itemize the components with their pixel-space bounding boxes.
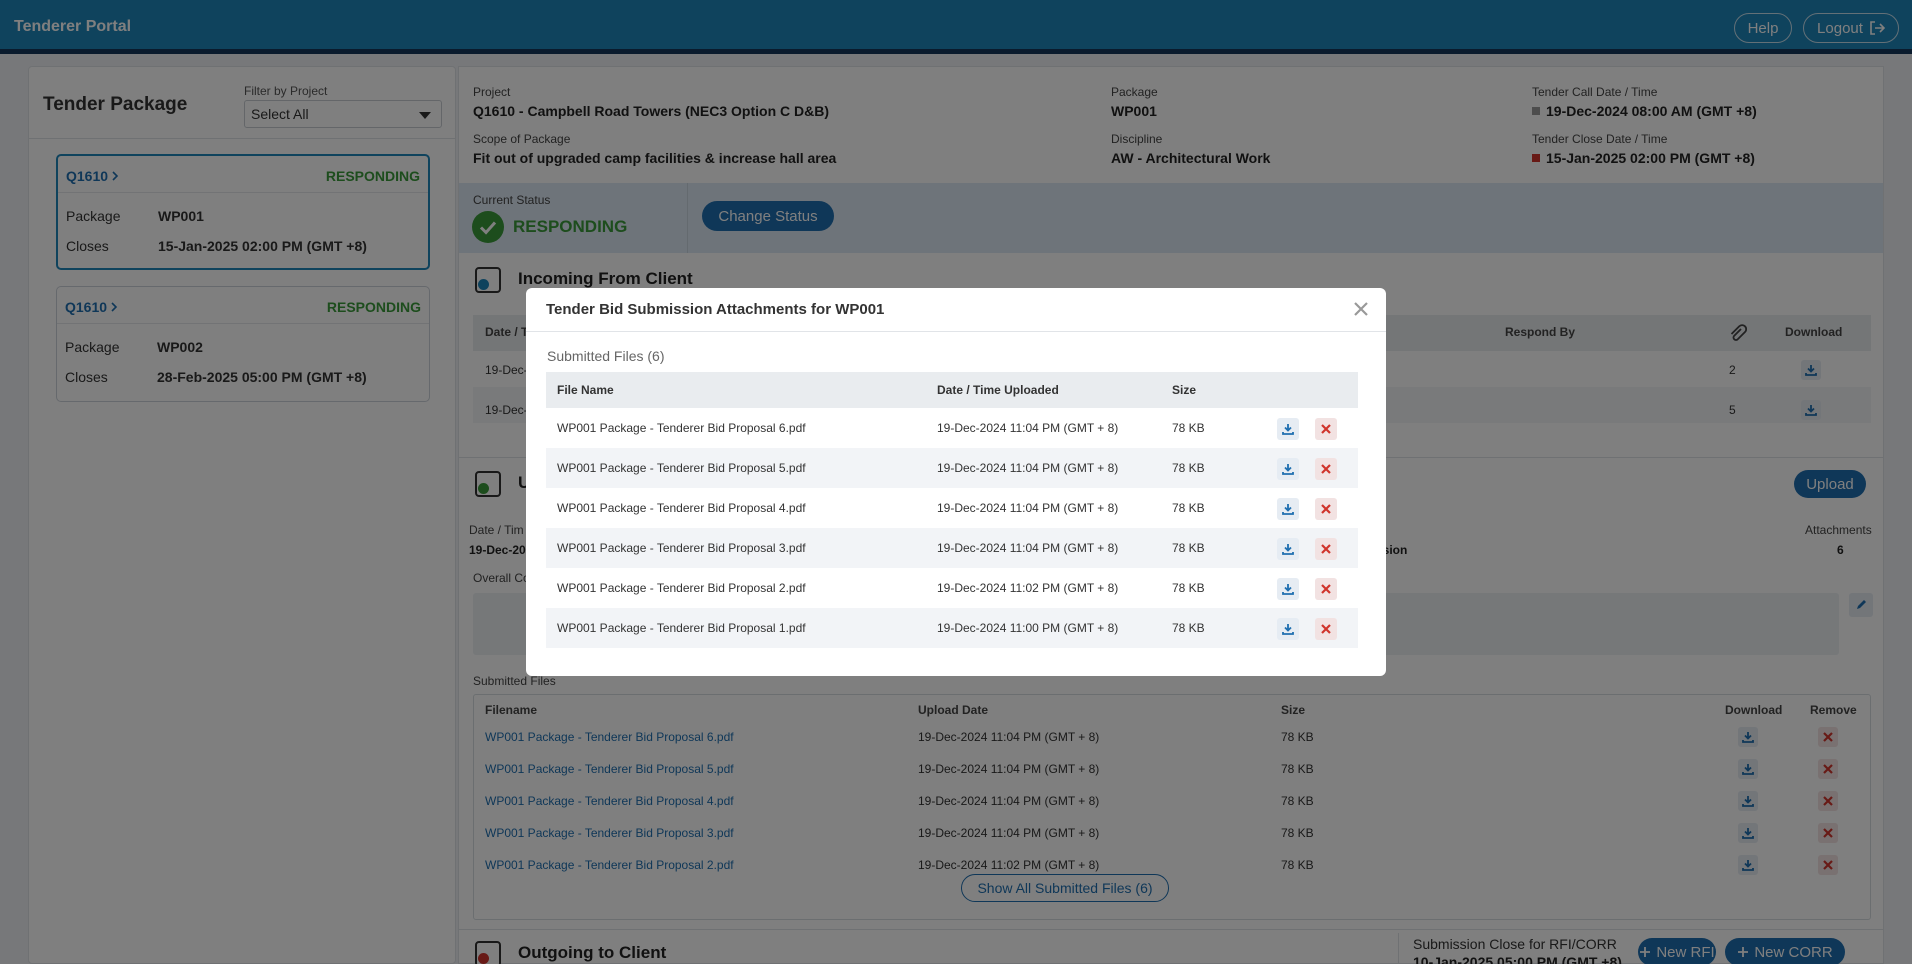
- col-file-name: File Name: [557, 383, 614, 397]
- table-row: WP001 Package - Tenderer Bid Proposal 1.…: [546, 608, 1358, 648]
- file-link[interactable]: WP001 Package - Tenderer Bid Proposal 3.…: [557, 541, 806, 555]
- file-size: 78 KB: [1172, 581, 1205, 595]
- table-row: WP001 Package - Tenderer Bid Proposal 4.…: [546, 488, 1358, 528]
- close-x-icon: [1320, 543, 1332, 555]
- close-x-icon: [1320, 463, 1332, 475]
- modal-table-header: File Name Date / Time Uploaded Size: [546, 372, 1358, 408]
- attachments-modal: Tender Bid Submission Attachments for WP…: [526, 288, 1386, 676]
- divider: [526, 331, 1386, 332]
- modal-title: Tender Bid Submission Attachments for WP…: [546, 301, 885, 318]
- download-icon: [1282, 463, 1294, 475]
- download-button[interactable]: [1277, 458, 1299, 480]
- upload-date: 19-Dec-2024 11:04 PM (GMT + 8): [937, 461, 1119, 475]
- download-button[interactable]: [1277, 578, 1299, 600]
- download-button[interactable]: [1277, 498, 1299, 520]
- download-icon: [1282, 503, 1294, 515]
- upload-date: 19-Dec-2024 11:04 PM (GMT + 8): [937, 541, 1119, 555]
- table-row: WP001 Package - Tenderer Bid Proposal 2.…: [546, 568, 1358, 608]
- modal-close-button[interactable]: [1352, 300, 1370, 318]
- remove-button[interactable]: [1315, 498, 1337, 520]
- table-row: WP001 Package - Tenderer Bid Proposal 5.…: [546, 448, 1358, 488]
- close-x-icon: [1320, 503, 1332, 515]
- close-icon: [1352, 300, 1370, 318]
- file-link[interactable]: WP001 Package - Tenderer Bid Proposal 1.…: [557, 621, 806, 635]
- upload-date: 19-Dec-2024 11:04 PM (GMT + 8): [937, 421, 1119, 435]
- file-size: 78 KB: [1172, 501, 1205, 515]
- remove-button[interactable]: [1315, 618, 1337, 640]
- file-link[interactable]: WP001 Package - Tenderer Bid Proposal 4.…: [557, 501, 806, 515]
- file-link[interactable]: WP001 Package - Tenderer Bid Proposal 6.…: [557, 421, 806, 435]
- table-row: WP001 Package - Tenderer Bid Proposal 3.…: [546, 528, 1358, 568]
- file-link[interactable]: WP001 Package - Tenderer Bid Proposal 2.…: [557, 581, 806, 595]
- download-icon: [1282, 583, 1294, 595]
- remove-button[interactable]: [1315, 458, 1337, 480]
- download-icon: [1282, 423, 1294, 435]
- file-link[interactable]: WP001 Package - Tenderer Bid Proposal 5.…: [557, 461, 806, 475]
- file-size: 78 KB: [1172, 461, 1205, 475]
- download-button[interactable]: [1277, 618, 1299, 640]
- file-size: 78 KB: [1172, 421, 1205, 435]
- close-x-icon: [1320, 623, 1332, 635]
- close-x-icon: [1320, 583, 1332, 595]
- upload-date: 19-Dec-2024 11:00 PM (GMT + 8): [937, 621, 1119, 635]
- download-icon: [1282, 623, 1294, 635]
- file-size: 78 KB: [1172, 621, 1205, 635]
- table-row: WP001 Package - Tenderer Bid Proposal 6.…: [546, 408, 1358, 448]
- download-icon: [1282, 543, 1294, 555]
- close-x-icon: [1320, 423, 1332, 435]
- upload-date: 19-Dec-2024 11:04 PM (GMT + 8): [937, 501, 1119, 515]
- file-size: 78 KB: [1172, 541, 1205, 555]
- col-date-uploaded: Date / Time Uploaded: [937, 383, 1059, 397]
- remove-button[interactable]: [1315, 418, 1337, 440]
- upload-date: 19-Dec-2024 11:02 PM (GMT + 8): [937, 581, 1119, 595]
- modal-subtitle: Submitted Files (6): [547, 348, 665, 364]
- download-button[interactable]: [1277, 538, 1299, 560]
- col-size: Size: [1172, 383, 1197, 397]
- download-button[interactable]: [1277, 418, 1299, 440]
- remove-button[interactable]: [1315, 578, 1337, 600]
- remove-button[interactable]: [1315, 538, 1337, 560]
